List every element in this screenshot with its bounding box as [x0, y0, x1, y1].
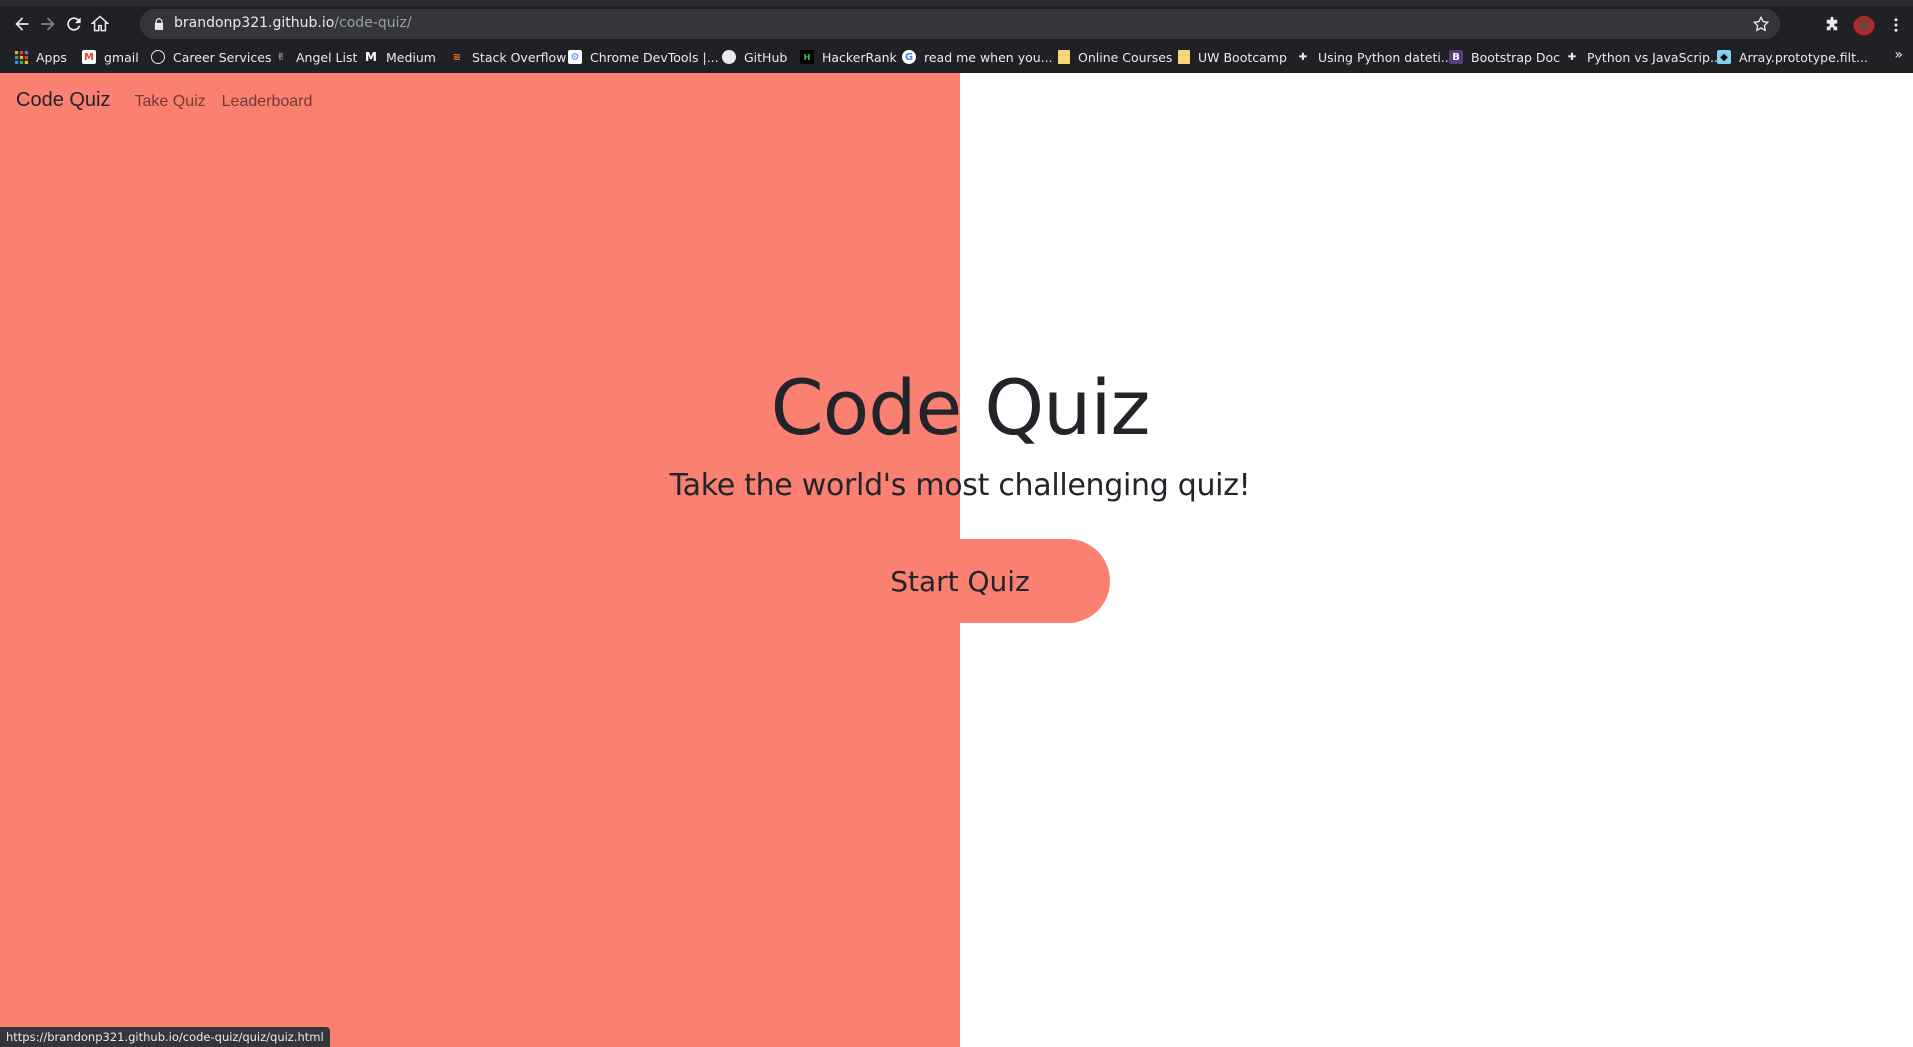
bookmark-star-icon[interactable] [1752, 15, 1770, 33]
profile-avatar[interactable] [1853, 16, 1875, 38]
navbar-brand[interactable]: Code Quiz [16, 89, 111, 112]
bookmark-label: Python vs JavaScrip... [1587, 49, 1722, 65]
reload-icon [67, 17, 81, 31]
start-quiz-button[interactable]: Start Quiz [810, 539, 1110, 623]
bookmark-label: GitHub [744, 49, 788, 65]
bookmark-label: read me when you... [924, 49, 1053, 65]
bookmark-folder-uw-bootcamp[interactable]: UW Bootcamp [1178, 48, 1287, 66]
kebab-menu-icon [1894, 18, 1898, 32]
web-page: Code Quiz Take Quiz Leaderboard Code Qui… [0, 73, 1913, 1047]
bookmark-label: UW Bootcamp [1198, 49, 1287, 65]
bookmark-label: gmail [104, 49, 139, 65]
puzzle-icon: ✚ [1298, 51, 1308, 63]
back-button[interactable] [10, 12, 34, 36]
home-button[interactable] [88, 12, 112, 36]
arrow-right-icon [41, 17, 55, 31]
bookmark-python-datetime[interactable]: ✚ Using Python dateti... [1296, 48, 1453, 66]
globe-icon [151, 50, 165, 64]
folder-icon [1058, 50, 1070, 64]
bookmark-apps[interactable]: Apps [14, 48, 67, 66]
devtools-icon: ⚙ [568, 50, 582, 64]
bookmark-label: Stack Overflow [472, 49, 567, 65]
browser-chrome: brandonp321.github.io/code-quiz/ Apps M … [0, 0, 1913, 73]
site-navbar: Code Quiz Take Quiz Leaderboard [16, 89, 328, 112]
puzzle-piece-icon [1826, 16, 1838, 31]
github-icon [722, 50, 736, 64]
bookmark-read-me[interactable]: G read me when you... [902, 48, 1053, 66]
bookmark-github[interactable]: GitHub [722, 48, 787, 66]
google-icon: G [902, 50, 916, 64]
arrow-left-icon [15, 17, 29, 31]
home-icon [90, 15, 110, 32]
bookmark-label: Medium [386, 49, 436, 65]
address-url: brandonp321.github.io/code-quiz/ [174, 15, 412, 31]
nav-link-take-quiz[interactable]: Take Quiz [135, 93, 206, 111]
mdn-icon: ◆ [1717, 50, 1731, 64]
bookmark-hackerrank[interactable]: H HackerRank [800, 48, 897, 66]
bookmark-career-services[interactable]: Career Services [151, 48, 271, 66]
bookmark-label: Chrome DevTools |... [590, 49, 719, 65]
reload-button[interactable] [62, 12, 86, 36]
bookmarks-bar: Apps M gmail Career Services ✌ Angel Lis… [0, 42, 1913, 72]
bookmark-array-filter[interactable]: ◆ Array.prototype.filt... [1717, 48, 1868, 66]
puzzle-icon: ✚ [1567, 51, 1577, 63]
bookmark-label: Using Python dateti... [1318, 49, 1453, 65]
bookmark-label: HackerRank [822, 49, 897, 65]
bookmark-chrome-devtools[interactable]: ⚙ Chrome DevTools |... [568, 48, 719, 66]
bookmark-folder-online-courses[interactable]: Online Courses [1058, 48, 1172, 66]
bookmark-angel-list[interactable]: ✌ Angel List [274, 48, 358, 66]
bookmarks-overflow-icon[interactable]: » [1894, 47, 1903, 63]
bootstrap-icon: B [1449, 50, 1463, 64]
address-bar[interactable]: brandonp321.github.io/code-quiz/ [140, 9, 1780, 39]
bookmark-label: Online Courses [1078, 49, 1173, 65]
page-title: Code Quiz [770, 363, 1151, 452]
extensions-button[interactable] [1822, 15, 1842, 35]
page-subtitle: Take the world's most challenging quiz! [669, 468, 1251, 503]
bookmark-label: Bootstrap Doc [1471, 49, 1561, 65]
stackoverflow-icon: ≋ [452, 51, 462, 63]
status-bar-url: https://brandonp321.github.io/code-quiz/… [0, 1027, 330, 1047]
medium-icon: M [365, 50, 377, 64]
forward-button[interactable] [36, 12, 60, 36]
nav-link-leaderboard[interactable]: Leaderboard [222, 93, 313, 111]
gmail-icon: M [82, 50, 96, 64]
angellist-icon: ✌ [276, 51, 286, 63]
apps-grid-icon [14, 50, 28, 64]
bookmark-stack-overflow[interactable]: ≋ Stack Overflow [450, 48, 567, 66]
lock-icon [154, 18, 164, 30]
bookmark-medium[interactable]: M Medium [364, 48, 436, 66]
bookmark-bootstrap-doc[interactable]: B Bootstrap Doc [1449, 48, 1560, 66]
bookmark-python-vs-javascript[interactable]: ✚ Python vs JavaScrip... [1565, 48, 1722, 66]
bookmark-label: Array.prototype.filt... [1739, 49, 1868, 65]
bookmark-label: Career Services [173, 49, 272, 65]
browser-menu-button[interactable] [1886, 15, 1906, 35]
bookmark-label: Apps [36, 49, 67, 65]
hackerrank-icon: H [800, 50, 814, 64]
browser-toolbar: brandonp321.github.io/code-quiz/ [0, 6, 1913, 40]
bookmark-gmail[interactable]: M gmail [82, 48, 139, 66]
folder-icon [1178, 50, 1190, 64]
bookmark-label: Angel List [296, 49, 358, 65]
